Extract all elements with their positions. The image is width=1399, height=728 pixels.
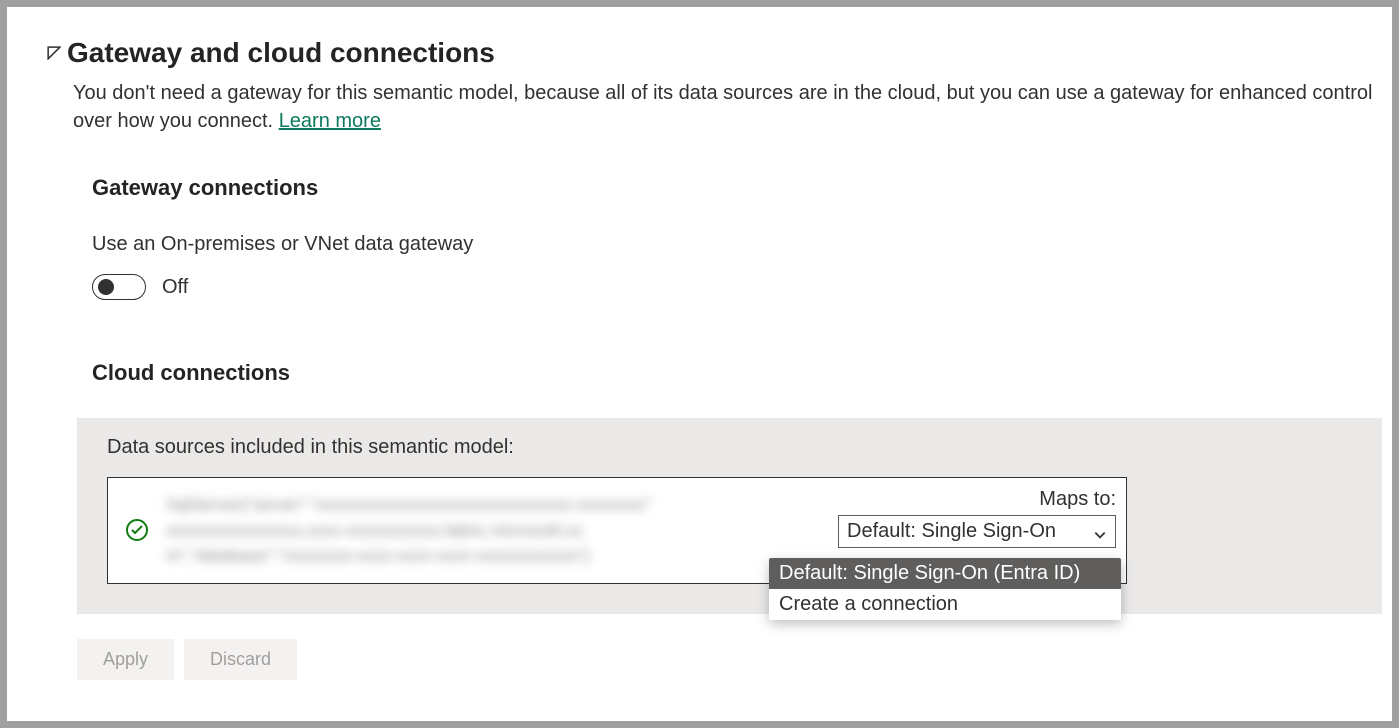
maps-to-dropdown[interactable]: Default: Single Sign-On xyxy=(838,515,1116,548)
status-ok-icon xyxy=(126,519,148,541)
apply-button[interactable]: Apply xyxy=(77,639,174,680)
maps-to-dropdown-menu: Default: Single Sign-On (Entra ID) Creat… xyxy=(769,558,1121,620)
gateway-toggle-state: Off xyxy=(162,276,188,299)
page-description: You don't need a gateway for this semant… xyxy=(73,79,1382,135)
maps-to-label: Maps to: xyxy=(838,488,1116,511)
page-title: Gateway and cloud connections xyxy=(67,37,495,69)
learn-more-link[interactable]: Learn more xyxy=(279,110,381,132)
dropdown-option-create-connection[interactable]: Create a connection xyxy=(769,589,1121,620)
dropdown-option-default-sso[interactable]: Default: Single Sign-On (Entra ID) xyxy=(769,558,1121,589)
gateway-connections-heading: Gateway connections xyxy=(92,175,1382,201)
dropdown-selected-value: Default: Single Sign-On xyxy=(847,520,1056,543)
gateway-toggle-label: Use an On-premises or VNet data gateway xyxy=(92,233,1382,256)
toggle-knob xyxy=(98,279,114,295)
discard-button[interactable]: Discard xyxy=(184,639,297,680)
data-sources-panel: Data sources included in this semantic m… xyxy=(77,418,1382,614)
gateway-toggle[interactable] xyxy=(92,274,146,300)
data-source-connection-string: SqlServer{"server":"xxxxxxxxxxxxxxxxxxxx… xyxy=(166,492,776,569)
expand-collapse-icon[interactable] xyxy=(47,46,61,60)
chevron-down-icon xyxy=(1093,525,1107,539)
data-sources-title: Data sources included in this semantic m… xyxy=(107,436,1382,459)
data-source-item: SqlServer{"server":"xxxxxxxxxxxxxxxxxxxx… xyxy=(107,477,1127,584)
cloud-connections-heading: Cloud connections xyxy=(92,360,1382,386)
